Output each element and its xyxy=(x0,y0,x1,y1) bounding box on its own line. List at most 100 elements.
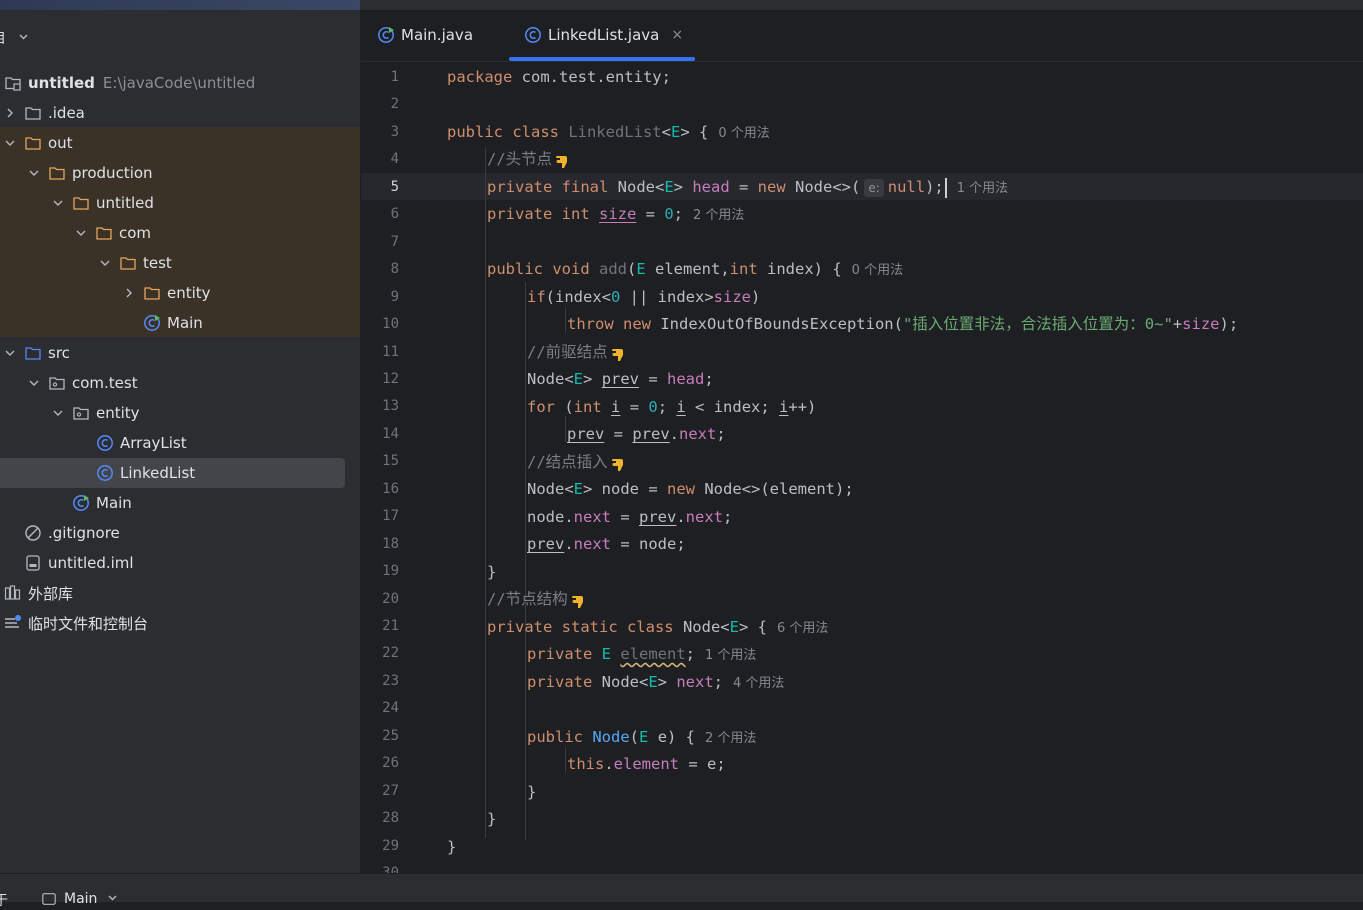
code-line-27[interactable]: } xyxy=(527,779,536,806)
code-line-25[interactable]: public Node(E e) {2 个用法 xyxy=(527,724,756,751)
line-number[interactable]: 18 xyxy=(361,536,399,556)
code-line-10[interactable]: throw new IndexOutOfBoundsException("插入位… xyxy=(567,311,1238,338)
tree-item-com[interactable]: com xyxy=(0,218,360,248)
line-number[interactable]: 14 xyxy=(361,426,399,446)
code-line-18[interactable]: prev.next = node; xyxy=(527,531,686,558)
line-number[interactable]: 11 xyxy=(361,344,399,364)
line-number[interactable]: 24 xyxy=(361,700,399,720)
usage-hint[interactable]: 1 个用法 xyxy=(705,648,756,663)
code-line-6[interactable]: private int size = 0; 2 个用法 xyxy=(487,201,744,228)
chevron-right-icon[interactable] xyxy=(4,107,16,119)
tree-item-out[interactable]: out xyxy=(0,128,360,158)
line-number[interactable]: 2 xyxy=(361,96,399,116)
chevron-down-icon[interactable] xyxy=(4,137,16,149)
code-line-8[interactable]: public void add(E element,int index) {0 … xyxy=(487,256,903,283)
code-line-15[interactable]: //结点插入 xyxy=(527,449,626,476)
code-line-11[interactable]: //前驱结点 xyxy=(527,339,626,366)
tree-item-untitled-root[interactable]: untitled E:\javaCode\untitled xyxy=(0,68,360,98)
line-number[interactable]: 27 xyxy=(361,783,399,803)
chevron-down-icon[interactable] xyxy=(75,227,87,239)
code-line-5[interactable]: private final Node<E> head = new Node<>(… xyxy=(487,174,1008,201)
tree-item-untitled-iml[interactable]: untitled.iml xyxy=(0,548,360,578)
code-line-3[interactable]: public class LinkedList<E> {0 个用法 xyxy=(447,119,770,146)
chevron-right-icon[interactable] xyxy=(123,287,135,299)
project-view-selector[interactable]: 目 xyxy=(0,26,29,50)
line-number[interactable]: 22 xyxy=(361,645,399,665)
chevron-down-icon[interactable] xyxy=(52,407,64,419)
code-line-21[interactable]: private static class Node<E> {6 个用法 xyxy=(487,614,828,641)
line-number[interactable]: 9 xyxy=(361,289,399,309)
tree-item-com-test[interactable]: com.test xyxy=(0,368,360,398)
chevron-down-icon[interactable] xyxy=(52,197,64,209)
tree-item-gitignore[interactable]: .gitignore xyxy=(0,518,360,548)
chevron-down-icon[interactable] xyxy=(28,167,40,179)
tree-item-external-libraries[interactable]: 外部库 xyxy=(0,578,360,608)
line-number[interactable]: 5 xyxy=(361,179,399,199)
run-config-selector[interactable]: Main xyxy=(40,890,118,908)
line-number[interactable]: 8 xyxy=(361,261,399,281)
tab-linkedlist-java[interactable]: LinkedList.java × xyxy=(524,23,683,47)
tree-item-entity-src[interactable]: entity xyxy=(0,398,360,428)
code-line-16[interactable]: Node<E> node = new Node<>(element); xyxy=(527,476,854,503)
line-number[interactable]: 12 xyxy=(361,371,399,391)
code-line-20[interactable]: //节点结构 xyxy=(487,586,586,613)
code-editor[interactable]: Main.java LinkedList.java × 1 2 3 4 5 6 7 8 9 10 1… xyxy=(361,10,1363,873)
line-number[interactable]: 17 xyxy=(361,508,399,528)
usage-hint[interactable]: 4 个用法 xyxy=(733,676,784,691)
code-line-23[interactable]: private Node<E> next; 4 个用法 xyxy=(527,669,784,696)
line-number[interactable]: 16 xyxy=(361,481,399,501)
close-icon[interactable]: × xyxy=(671,27,683,43)
line-number[interactable]: 4 xyxy=(361,151,399,171)
line-number[interactable]: 23 xyxy=(361,673,399,693)
line-number[interactable]: 20 xyxy=(361,591,399,611)
usage-hint[interactable]: 6 个用法 xyxy=(777,621,828,636)
line-number[interactable]: 3 xyxy=(361,124,399,144)
code-line-19[interactable]: } xyxy=(487,559,496,586)
line-number[interactable]: 7 xyxy=(361,234,399,254)
line-number[interactable]: 6 xyxy=(361,206,399,226)
tree-item-linkedlist[interactable]: LinkedList xyxy=(0,458,360,488)
tree-item-idea[interactable]: .idea xyxy=(0,98,360,128)
chevron-down-icon[interactable] xyxy=(4,347,16,359)
line-number[interactable]: 13 xyxy=(361,398,399,418)
line-number[interactable]: 1 xyxy=(361,69,399,89)
chevron-down-icon[interactable] xyxy=(28,377,40,389)
code-line-28[interactable]: } xyxy=(487,806,496,833)
code-line-9[interactable]: if(index<0 || index>size) xyxy=(527,284,760,311)
usage-hint[interactable]: 0 个用法 xyxy=(852,263,903,278)
line-number[interactable]: 10 xyxy=(361,316,399,336)
usage-hint[interactable]: 0 个用法 xyxy=(718,126,769,141)
line-number[interactable]: 30 xyxy=(361,865,399,873)
tree-item-src[interactable]: src xyxy=(0,338,360,368)
line-number[interactable]: 29 xyxy=(361,838,399,858)
line-number[interactable]: 26 xyxy=(361,755,399,775)
line-number[interactable]: 15 xyxy=(361,453,399,473)
tool-window-label[interactable]: 于 xyxy=(0,890,8,910)
tree-item-arraylist[interactable]: ArrayList xyxy=(0,428,360,458)
code-line-29[interactable]: } xyxy=(447,834,456,861)
tree-item-test[interactable]: test xyxy=(0,248,360,278)
line-number[interactable]: 19 xyxy=(361,563,399,583)
tree-item-untitled-out[interactable]: untitled xyxy=(0,188,360,218)
chevron-down-icon[interactable] xyxy=(99,257,111,269)
code-line-12[interactable]: Node<E> prev = head; xyxy=(527,366,714,393)
usage-hint[interactable]: 1 个用法 xyxy=(957,181,1008,196)
code-line-22[interactable]: private E element; 1 个用法 xyxy=(527,641,756,668)
code-line-1[interactable]: package com.test.entity; xyxy=(447,64,671,91)
line-number[interactable]: 21 xyxy=(361,618,399,638)
line-number[interactable]: 28 xyxy=(361,810,399,830)
tree-item-scratches[interactable]: 临时文件和控制台 xyxy=(0,608,360,638)
line-number[interactable]: 25 xyxy=(361,728,399,748)
tab-main-java[interactable]: Main.java xyxy=(377,23,473,47)
tree-item-production[interactable]: production xyxy=(0,158,360,188)
code-line-26[interactable]: this.element = e; xyxy=(567,751,726,778)
tree-item-main-src[interactable]: Main xyxy=(0,488,360,518)
code-line-4[interactable]: //头节点 xyxy=(487,146,570,173)
code-line-13[interactable]: for (int i = 0; i < index; i++) xyxy=(527,394,816,421)
usage-hint[interactable]: 2 个用法 xyxy=(693,208,744,223)
usage-hint[interactable]: 2 个用法 xyxy=(705,731,756,746)
tree-item-entity-out[interactable]: entity xyxy=(0,278,360,308)
tree-item-main-out[interactable]: Main xyxy=(0,308,360,338)
code-line-17[interactable]: node.next = prev.next; xyxy=(527,504,732,531)
code-line-14[interactable]: prev = prev.next; xyxy=(567,421,726,448)
